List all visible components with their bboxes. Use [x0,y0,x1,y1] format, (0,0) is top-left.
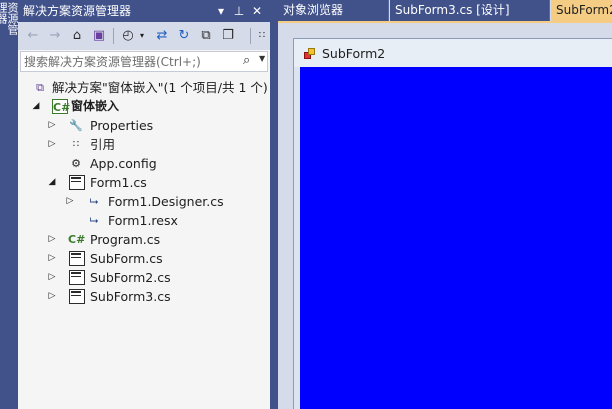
collapsed-arrow-icon[interactable]: ▷ [46,230,58,249]
solution-tree: ⧉ 解决方案"窗体嵌入"(1 个项目/共 1 个) ◢ C# 窗体嵌入 ▷ 🔧 … [18,75,270,409]
collapsed-arrow-icon[interactable]: ▷ [64,192,76,211]
collapsed-tool-strip: 资源管理器 [0,0,18,409]
show-all-files-icon[interactable]: ❐ [219,27,237,45]
tree-item-label: SubForm3.cs [90,289,171,304]
tree-item-label: 引用 [90,137,116,152]
tab-subform2-design[interactable]: SubForm2.cs [设计] [551,0,612,21]
tree-item-label: Program.cs [90,232,161,247]
filter-dropdown-icon[interactable]: ▾ [133,27,151,45]
wrench-icon: 🔧 [69,119,83,132]
tab-label: 对象浏览器 [283,3,344,17]
tree-item-app-config[interactable]: ⚙ App.config [18,154,270,173]
form-client-area[interactable] [300,67,612,409]
tree-item-references[interactable]: ▷ ∷ 引用 [18,135,270,154]
collapsed-arrow-icon[interactable]: ▷ [46,287,58,306]
expanded-arrow-icon[interactable]: ◢ [46,173,58,192]
switch-views-icon[interactable]: ▣ [90,27,108,45]
config-file-icon: ⚙ [71,157,81,170]
back-icon[interactable]: ← [24,27,42,45]
references-icon: ∷ [72,139,80,150]
resource-file-icon: ⮡ [89,214,99,227]
form-file-icon [69,270,85,285]
toolbox-tab[interactable]: 资源管理器 [0,0,18,40]
search-input[interactable] [21,52,239,71]
tree-item-program[interactable]: ▷ C# Program.cs [18,230,270,249]
form-title: SubForm2 [322,46,386,61]
tree-item-label: 解决方案"窗体嵌入"(1 个项目/共 1 个) [52,80,268,95]
tab-object-browser[interactable]: 对象浏览器 [278,0,389,21]
tree-item-label: Form1.Designer.cs [108,194,224,209]
forward-icon[interactable]: → [46,27,64,45]
document-area: 对象浏览器 SubForm3.cs [设计] SubForm2.cs [设计] … [278,0,612,409]
home-icon[interactable]: ⌂ [68,27,86,45]
form-app-icon [304,48,316,60]
toolbar-overflow-icon[interactable]: ∷ [253,27,271,45]
tree-item-subform[interactable]: ▷ SubForm.cs [18,249,270,268]
collapsed-arrow-icon[interactable]: ▷ [46,249,58,268]
toolbar-separator [113,28,114,44]
tree-item-project[interactable]: ◢ C# 窗体嵌入 [18,97,270,116]
designed-form[interactable]: SubForm2 [293,38,612,409]
close-panel-icon[interactable]: ✕ [250,0,264,22]
form-file-icon [69,175,85,190]
tree-item-label: 窗体嵌入 [71,99,120,113]
tree-item-form1[interactable]: ◢ Form1.cs [18,173,270,192]
form-file-icon [69,289,85,304]
form-designer-surface: SubForm2 [278,23,612,409]
panel-title: 解决方案资源管理器 [23,4,132,18]
solution-explorer-titlebar: 解决方案资源管理器 ▾ ⊥ ✕ [18,0,270,22]
csharp-project-icon: C# [52,99,71,114]
panel-splitter[interactable] [270,0,278,409]
solution-search-box: ⌕ ▼ [20,51,268,72]
tab-label: SubForm3.cs [设计] [395,3,510,17]
sync-with-document-icon[interactable]: ⇄ [153,27,171,45]
collapse-all-icon[interactable]: ⧉ [197,27,215,45]
csharp-file-icon: C# [68,233,86,246]
tree-item-subform2[interactable]: ▷ SubForm2.cs [18,268,270,287]
form-file-icon [69,251,85,266]
form-titlebar: SubForm2 [294,39,612,67]
auto-hide-pin-icon[interactable]: ⊥ [232,0,246,22]
toolbar-separator [250,28,251,44]
tree-item-label: SubForm.cs [90,251,163,266]
search-icon[interactable]: ⌕ [243,53,250,68]
solution-explorer-panel: 解决方案资源管理器 ▾ ⊥ ✕ ← → ⌂ ▣ ◴ ▾ ⇄ ↻ ⧉ ❐ ∷ ⌕ … [18,0,270,409]
designer-file-icon: ⮡ [89,195,99,208]
collapsed-arrow-icon[interactable]: ▷ [46,268,58,287]
tab-label: SubForm2.cs [设计] [556,3,612,17]
window-position-dropdown-icon[interactable]: ▾ [214,0,228,22]
tree-item-solution[interactable]: ⧉ 解决方案"窗体嵌入"(1 个项目/共 1 个) [18,78,270,97]
collapsed-arrow-icon[interactable]: ▷ [46,116,58,135]
tree-item-label: App.config [90,156,157,171]
tree-item-form1-designer[interactable]: ▷ ⮡ Form1.Designer.cs [18,192,270,211]
tree-item-form1-resx[interactable]: ⮡ Form1.resx [18,211,270,230]
tree-item-subform3[interactable]: ▷ SubForm3.cs [18,287,270,306]
refresh-icon[interactable]: ↻ [175,27,193,45]
collapsed-arrow-icon[interactable]: ▷ [46,135,58,154]
tree-item-label: Form1.cs [90,175,147,190]
expanded-arrow-icon[interactable]: ◢ [30,97,42,116]
tree-item-label: Properties [90,118,154,133]
tree-item-label: Form1.resx [108,213,178,228]
search-options-dropdown-icon[interactable]: ▼ [259,54,265,63]
tab-subform3-design[interactable]: SubForm3.cs [设计] [390,0,550,21]
tree-item-label: SubForm2.cs [90,270,171,285]
solution-explorer-toolbar: ← → ⌂ ▣ ◴ ▾ ⇄ ↻ ⧉ ❐ ∷ [18,22,270,50]
solution-icon: ⧉ [36,81,44,94]
tree-item-properties[interactable]: ▷ 🔧 Properties [18,116,270,135]
